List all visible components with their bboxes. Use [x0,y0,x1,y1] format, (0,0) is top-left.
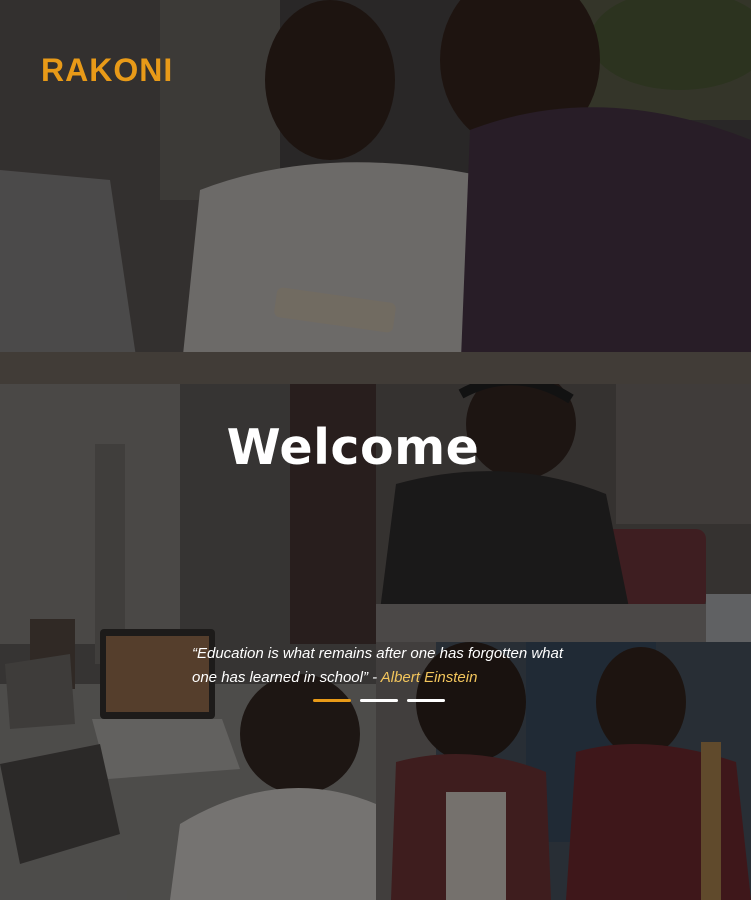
welcome-heading: Welcome [226,419,480,476]
brand-logo[interactable]: RAKONI [41,52,173,88]
carousel-indicators [313,699,445,703]
carousel-indicator-3[interactable] [407,699,445,702]
quote-author: Albert Einstein [380,669,478,686]
carousel-indicator-2[interactable] [360,699,398,702]
carousel-indicator-1[interactable] [313,699,351,702]
quote-separator: - [367,669,381,686]
quote-text: “Education is what remains after one has… [192,642,572,690]
